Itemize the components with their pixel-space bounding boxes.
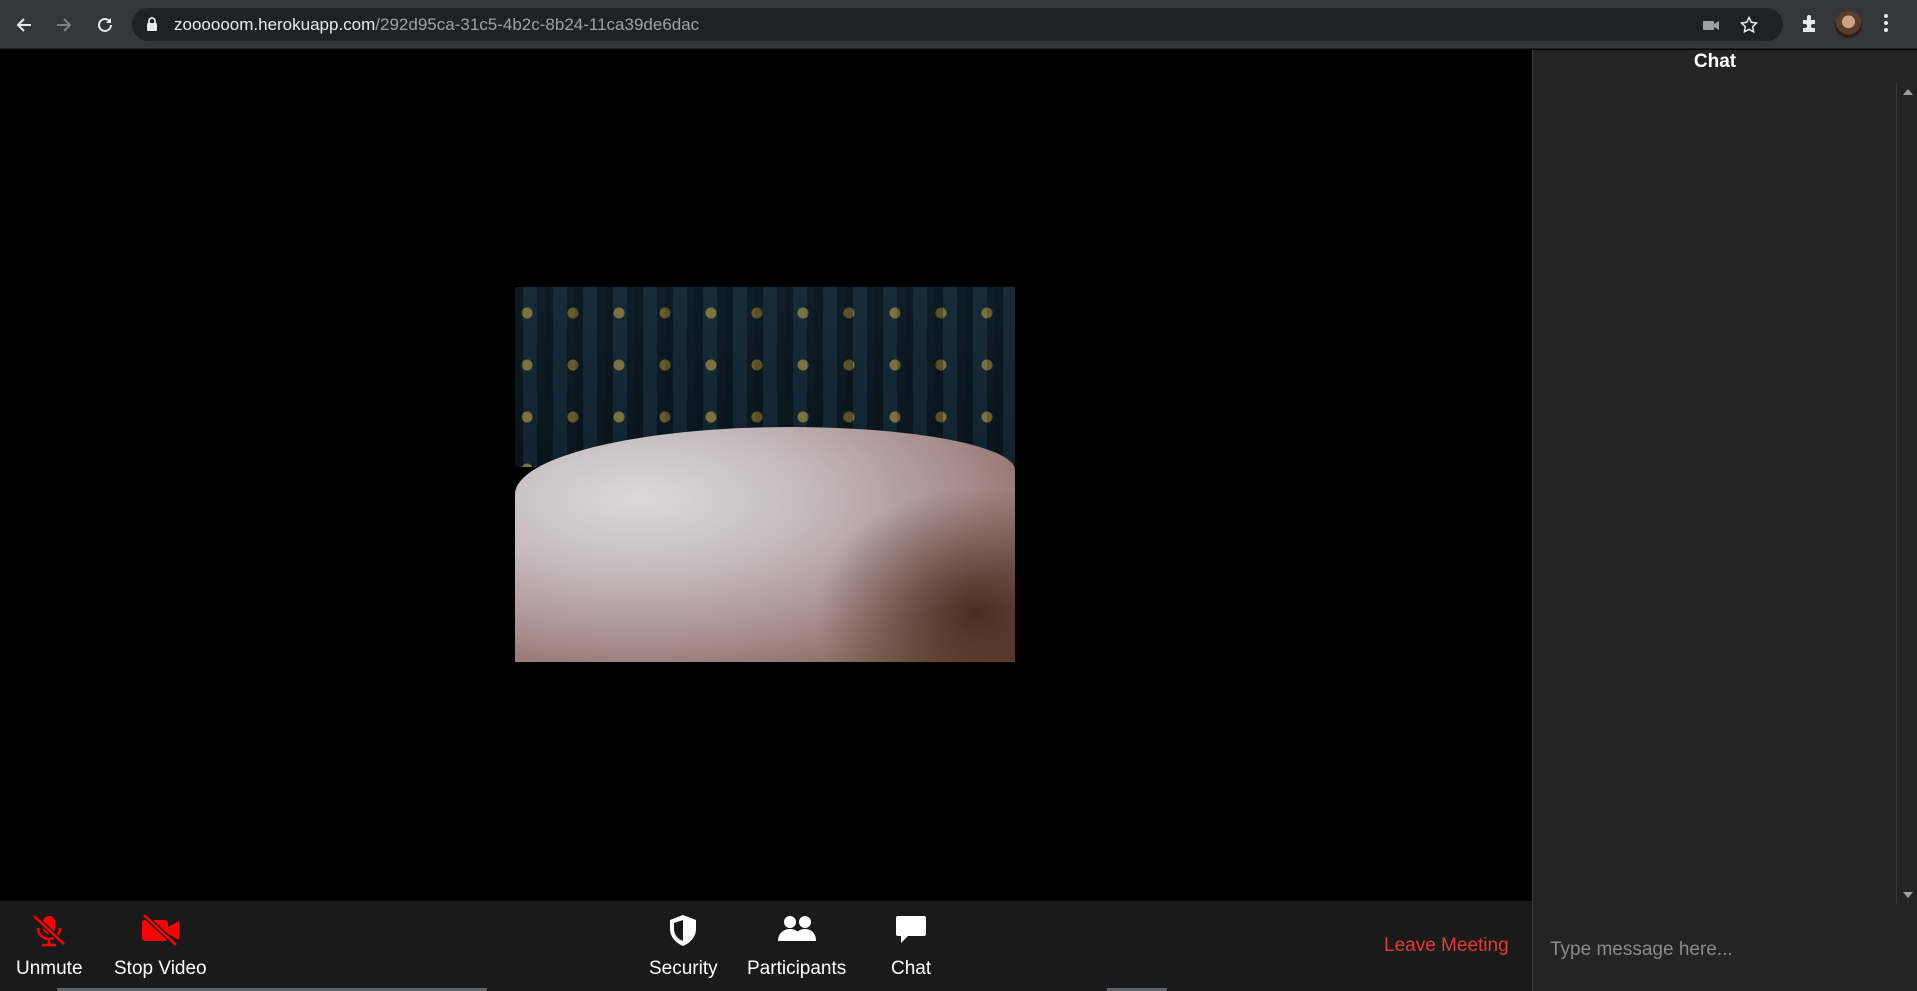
- shield-icon: [666, 913, 700, 952]
- forward-arrow-icon[interactable]: [51, 12, 77, 38]
- meeting-toolbar: Unmute Stop Video Security Participants …: [0, 901, 1532, 991]
- chat-label: Chat: [891, 958, 932, 979]
- participant-video: [515, 287, 1015, 662]
- security-button[interactable]: Security: [649, 913, 718, 980]
- back-arrow-icon[interactable]: [11, 12, 37, 38]
- star-icon[interactable]: [1739, 15, 1759, 39]
- video-shadow: [815, 487, 1015, 662]
- muted-microphone-icon: [29, 913, 69, 952]
- scroll-down-icon[interactable]: [1903, 892, 1913, 898]
- participants-icon: [776, 913, 818, 952]
- video-stage: [0, 50, 1532, 901]
- chat-panel: Chat: [1532, 50, 1917, 991]
- chat-message-input[interactable]: [1534, 908, 1917, 991]
- unmute-button[interactable]: Unmute: [16, 913, 83, 980]
- more-vert-icon[interactable]: [1883, 12, 1889, 39]
- browser-toolbar: zoooooom.herokuapp.com/292d95ca-31c5-4b2…: [0, 0, 1917, 49]
- camera-icon[interactable]: [1702, 16, 1720, 39]
- url-domain: zoooooom.herokuapp.com: [174, 15, 376, 34]
- profile-avatar[interactable]: [1835, 11, 1862, 38]
- chat-bubble-icon: [894, 913, 928, 952]
- security-label: Security: [649, 958, 718, 979]
- url-text: zoooooom.herokuapp.com/292d95ca-31c5-4b2…: [174, 15, 699, 35]
- leave-meeting-button[interactable]: Leave Meeting: [1384, 935, 1509, 957]
- url-path: /292d95ca-31c5-4b2c-8b24-11ca39de6dac: [375, 15, 700, 34]
- reload-icon[interactable]: [92, 12, 118, 38]
- participants-button[interactable]: Participants: [747, 913, 846, 980]
- video-off-icon: [138, 913, 182, 952]
- chat-title: Chat: [1693, 51, 1737, 72]
- chat-button[interactable]: Chat: [891, 913, 931, 980]
- lock-icon[interactable]: [146, 17, 158, 37]
- address-bar[interactable]: zoooooom.herokuapp.com/292d95ca-31c5-4b2…: [132, 8, 1783, 41]
- stop-video-button[interactable]: Stop Video: [114, 913, 207, 980]
- extensions-icon[interactable]: [1799, 12, 1821, 39]
- unmute-label: Unmute: [16, 958, 83, 979]
- chat-scrollbar[interactable]: [1896, 83, 1917, 904]
- participants-label: Participants: [747, 958, 847, 979]
- stop-video-label: Stop Video: [114, 958, 207, 979]
- scroll-up-icon[interactable]: [1903, 89, 1913, 95]
